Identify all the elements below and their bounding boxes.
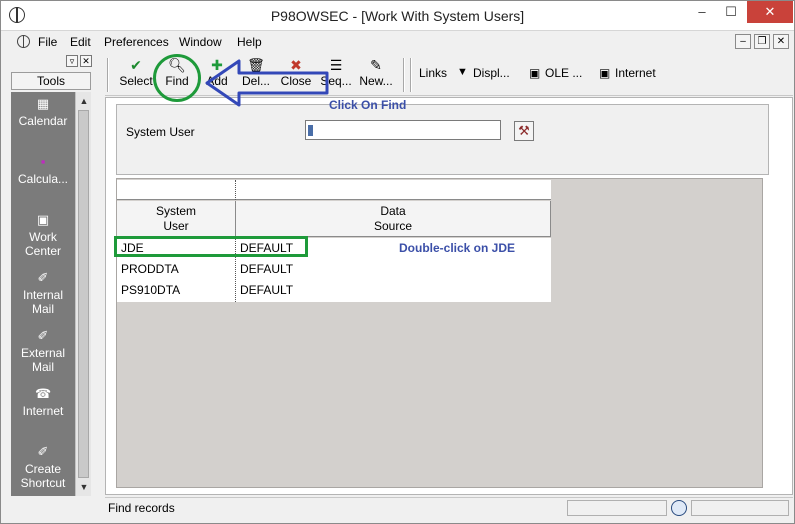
cell-data-source: DEFAULT: [240, 262, 294, 276]
work-center-icon: ▣: [36, 212, 50, 227]
tool-internal-mail[interactable]: ✐ Internal Mail: [11, 270, 75, 316]
system-user-field-box: [305, 120, 501, 140]
tool-work-center-label: Work Center: [24, 230, 62, 258]
pointer-arrow-icon: [205, 59, 329, 107]
query-by-example-row[interactable]: [117, 180, 551, 200]
menu-file[interactable]: File: [38, 35, 57, 49]
status-bar: Find records: [105, 497, 793, 517]
tool-calendar-label: Calendar: [18, 114, 68, 128]
tool-internal-mail-label: Internal Mail: [22, 288, 64, 316]
cell-system-user: PS910DTA: [121, 283, 181, 297]
new-document-icon: ✎: [370, 57, 382, 73]
cell-data-source: DEFAULT: [240, 283, 294, 297]
system-user-input[interactable]: [306, 121, 500, 139]
minimize-button[interactable]: –: [688, 1, 716, 23]
checkmark-icon: ✔: [130, 57, 142, 73]
window-title: P98OWSEC - [Work With System Users]: [270, 8, 525, 24]
tool-internet-label: Internet: [22, 404, 64, 418]
toolbar-separator: [403, 58, 405, 92]
calculator-icon: ▪: [40, 154, 46, 169]
text-cursor: [308, 125, 313, 136]
find-highlight-circle: [153, 54, 201, 102]
column-header-system-user[interactable]: System User: [117, 204, 235, 234]
select-button-label: Select: [119, 74, 153, 88]
grid-column-divider: [235, 180, 236, 200]
menu-preferences[interactable]: Preferences: [104, 35, 169, 49]
internal-mail-icon: ✐: [37, 270, 49, 285]
tools-scroll-thumb[interactable]: [78, 110, 89, 478]
tools-header-button[interactable]: Tools: [11, 72, 91, 90]
tool-calculator[interactable]: ▪ Calcula...: [11, 154, 75, 186]
table-row[interactable]: PS910DTA DEFAULT: [117, 280, 551, 301]
click-on-find-annotation: Click On Find: [329, 98, 407, 112]
ole-icon[interactable]: ▣: [529, 66, 540, 80]
tool-create-shortcut-label: Create Shortcut: [20, 462, 66, 490]
grid-header-edge: [550, 201, 551, 237]
column-header-data-source[interactable]: Data Source: [236, 204, 550, 234]
system-user-label: System User: [126, 125, 195, 139]
application-window: P98OWSEC - [Work With System Users] – ☐ …: [0, 0, 795, 524]
menu-bar: File Edit Preferences Window Help – ❐ ✕: [1, 32, 794, 52]
internet-icon: ☎: [35, 386, 52, 401]
menu-help[interactable]: Help: [237, 35, 262, 49]
tools-panel: ▿ ✕ Tools ▦ Calendar ▪ Calcula... ▣ Work…: [9, 54, 94, 496]
tools-scrollbar[interactable]: ▲ ▼: [75, 92, 91, 496]
form-content: System User ⚒ System User Data Source JD…: [105, 97, 793, 495]
table-row[interactable]: PRODDTA DEFAULT: [117, 259, 551, 280]
scroll-down-icon[interactable]: ▼: [76, 480, 92, 494]
menu-edit[interactable]: Edit: [70, 35, 91, 49]
child-close-button[interactable]: ✕: [773, 34, 789, 49]
toolbar-separator: [107, 58, 109, 92]
tool-calendar[interactable]: ▦ Calendar: [11, 96, 75, 128]
tool-external-mail[interactable]: ✐ External Mail: [11, 328, 75, 374]
title-bar: P98OWSEC - [Work With System Users] – ☐ …: [1, 1, 794, 31]
tools-restore-button[interactable]: ▿: [66, 55, 78, 67]
child-restore-button[interactable]: ❐: [754, 34, 770, 49]
tool-calculator-label: Calcula...: [17, 172, 69, 186]
globe-icon: [671, 500, 687, 516]
column-header-system-user-line1: System: [155, 204, 196, 218]
external-mail-icon: ✐: [37, 328, 49, 343]
tools-panel-controls: ▿ ✕: [9, 54, 94, 69]
shortcut-icon: ✐: [37, 444, 49, 459]
links-label: Links: [419, 66, 448, 80]
display-link[interactable]: Displ...: [473, 66, 510, 80]
visual-assist-icon[interactable]: ⚒: [514, 121, 534, 141]
search-criteria-panel: System User ⚒: [116, 104, 769, 175]
status-text: Find records: [108, 501, 175, 515]
tools-close-button[interactable]: ✕: [80, 55, 92, 67]
status-panel: [567, 500, 667, 516]
maximize-button[interactable]: ☐: [717, 1, 745, 23]
grid-header: System User Data Source: [117, 201, 551, 237]
cell-system-user: PRODDTA: [121, 262, 179, 276]
display-dropdown-icon[interactable]: ▼: [457, 66, 468, 78]
new-button[interactable]: ✎ New...: [358, 56, 394, 94]
new-button-label: New...: [359, 74, 393, 88]
internet-link[interactable]: Internet: [615, 66, 656, 80]
column-header-system-user-line2: User: [163, 219, 189, 233]
tool-create-shortcut[interactable]: ✐ Create Shortcut: [11, 444, 75, 490]
child-minimize-button[interactable]: –: [735, 34, 751, 49]
tool-work-center[interactable]: ▣ Work Center: [11, 212, 75, 258]
status-panel: [691, 500, 789, 516]
document-system-icon[interactable]: [17, 35, 30, 48]
jde-row-highlight: [114, 236, 308, 257]
ole-link[interactable]: OLE ...: [545, 66, 582, 80]
scroll-up-icon[interactable]: ▲: [76, 94, 92, 108]
close-window-button[interactable]: ✕: [747, 1, 793, 23]
users-grid: System User Data Source JDE DEFAULT PROD…: [116, 178, 763, 488]
tool-internet[interactable]: ☎ Internet: [11, 386, 75, 418]
select-button[interactable]: ✔ Select: [119, 56, 153, 94]
menu-window[interactable]: Window: [179, 35, 222, 49]
tool-external-mail-label: External Mail: [20, 346, 66, 374]
column-header-data-source-line2: Source: [373, 219, 413, 233]
toolbar-separator: [410, 58, 412, 92]
double-click-annotation: Double-click on JDE: [399, 241, 516, 255]
column-header-data-source-line1: Data: [380, 204, 406, 218]
internet-link-icon[interactable]: ▣: [599, 66, 610, 80]
tools-list: ▦ Calendar ▪ Calcula... ▣ Work Center ✐ …: [11, 92, 75, 496]
calendar-icon: ▦: [36, 96, 50, 111]
